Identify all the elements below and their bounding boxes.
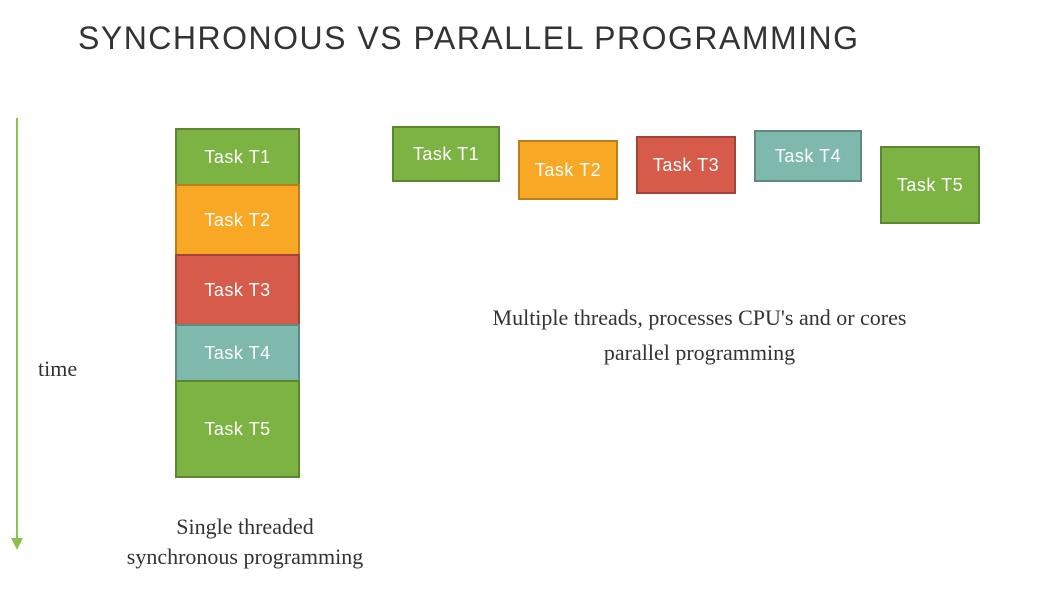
parallel-task: Task T4 [754, 130, 862, 182]
parallel-caption: Multiple threads, processes CPU's and or… [392, 300, 1007, 370]
synchronous-caption: Single threaded synchronous programming [95, 512, 395, 571]
parallel-task: Task T3 [636, 136, 736, 194]
time-axis-arrow [16, 118, 18, 548]
sync-task: Task T3 [175, 254, 300, 326]
parallel-task: Task T2 [518, 140, 618, 200]
sync-task: Task T5 [175, 380, 300, 478]
parallel-row: Task T1 Task T2 Task T3 Task T4 Task T5 [392, 126, 1037, 224]
caption-line: Single threaded [176, 514, 313, 539]
caption-line: Multiple threads, processes CPU's and or… [493, 305, 907, 330]
sync-task: Task T2 [175, 184, 300, 256]
time-axis-label: time [38, 356, 77, 382]
page-title: SYNCHRONOUS VS PARALLEL PROGRAMMING [78, 20, 860, 57]
caption-line: parallel programming [604, 340, 795, 365]
parallel-task: Task T5 [880, 146, 980, 224]
parallel-task: Task T1 [392, 126, 500, 182]
sync-task: Task T1 [175, 128, 300, 186]
caption-line: synchronous programming [127, 544, 363, 569]
sync-task: Task T4 [175, 324, 300, 382]
synchronous-column: Task T1Task T2Task T3Task T4Task T5 [175, 128, 300, 476]
